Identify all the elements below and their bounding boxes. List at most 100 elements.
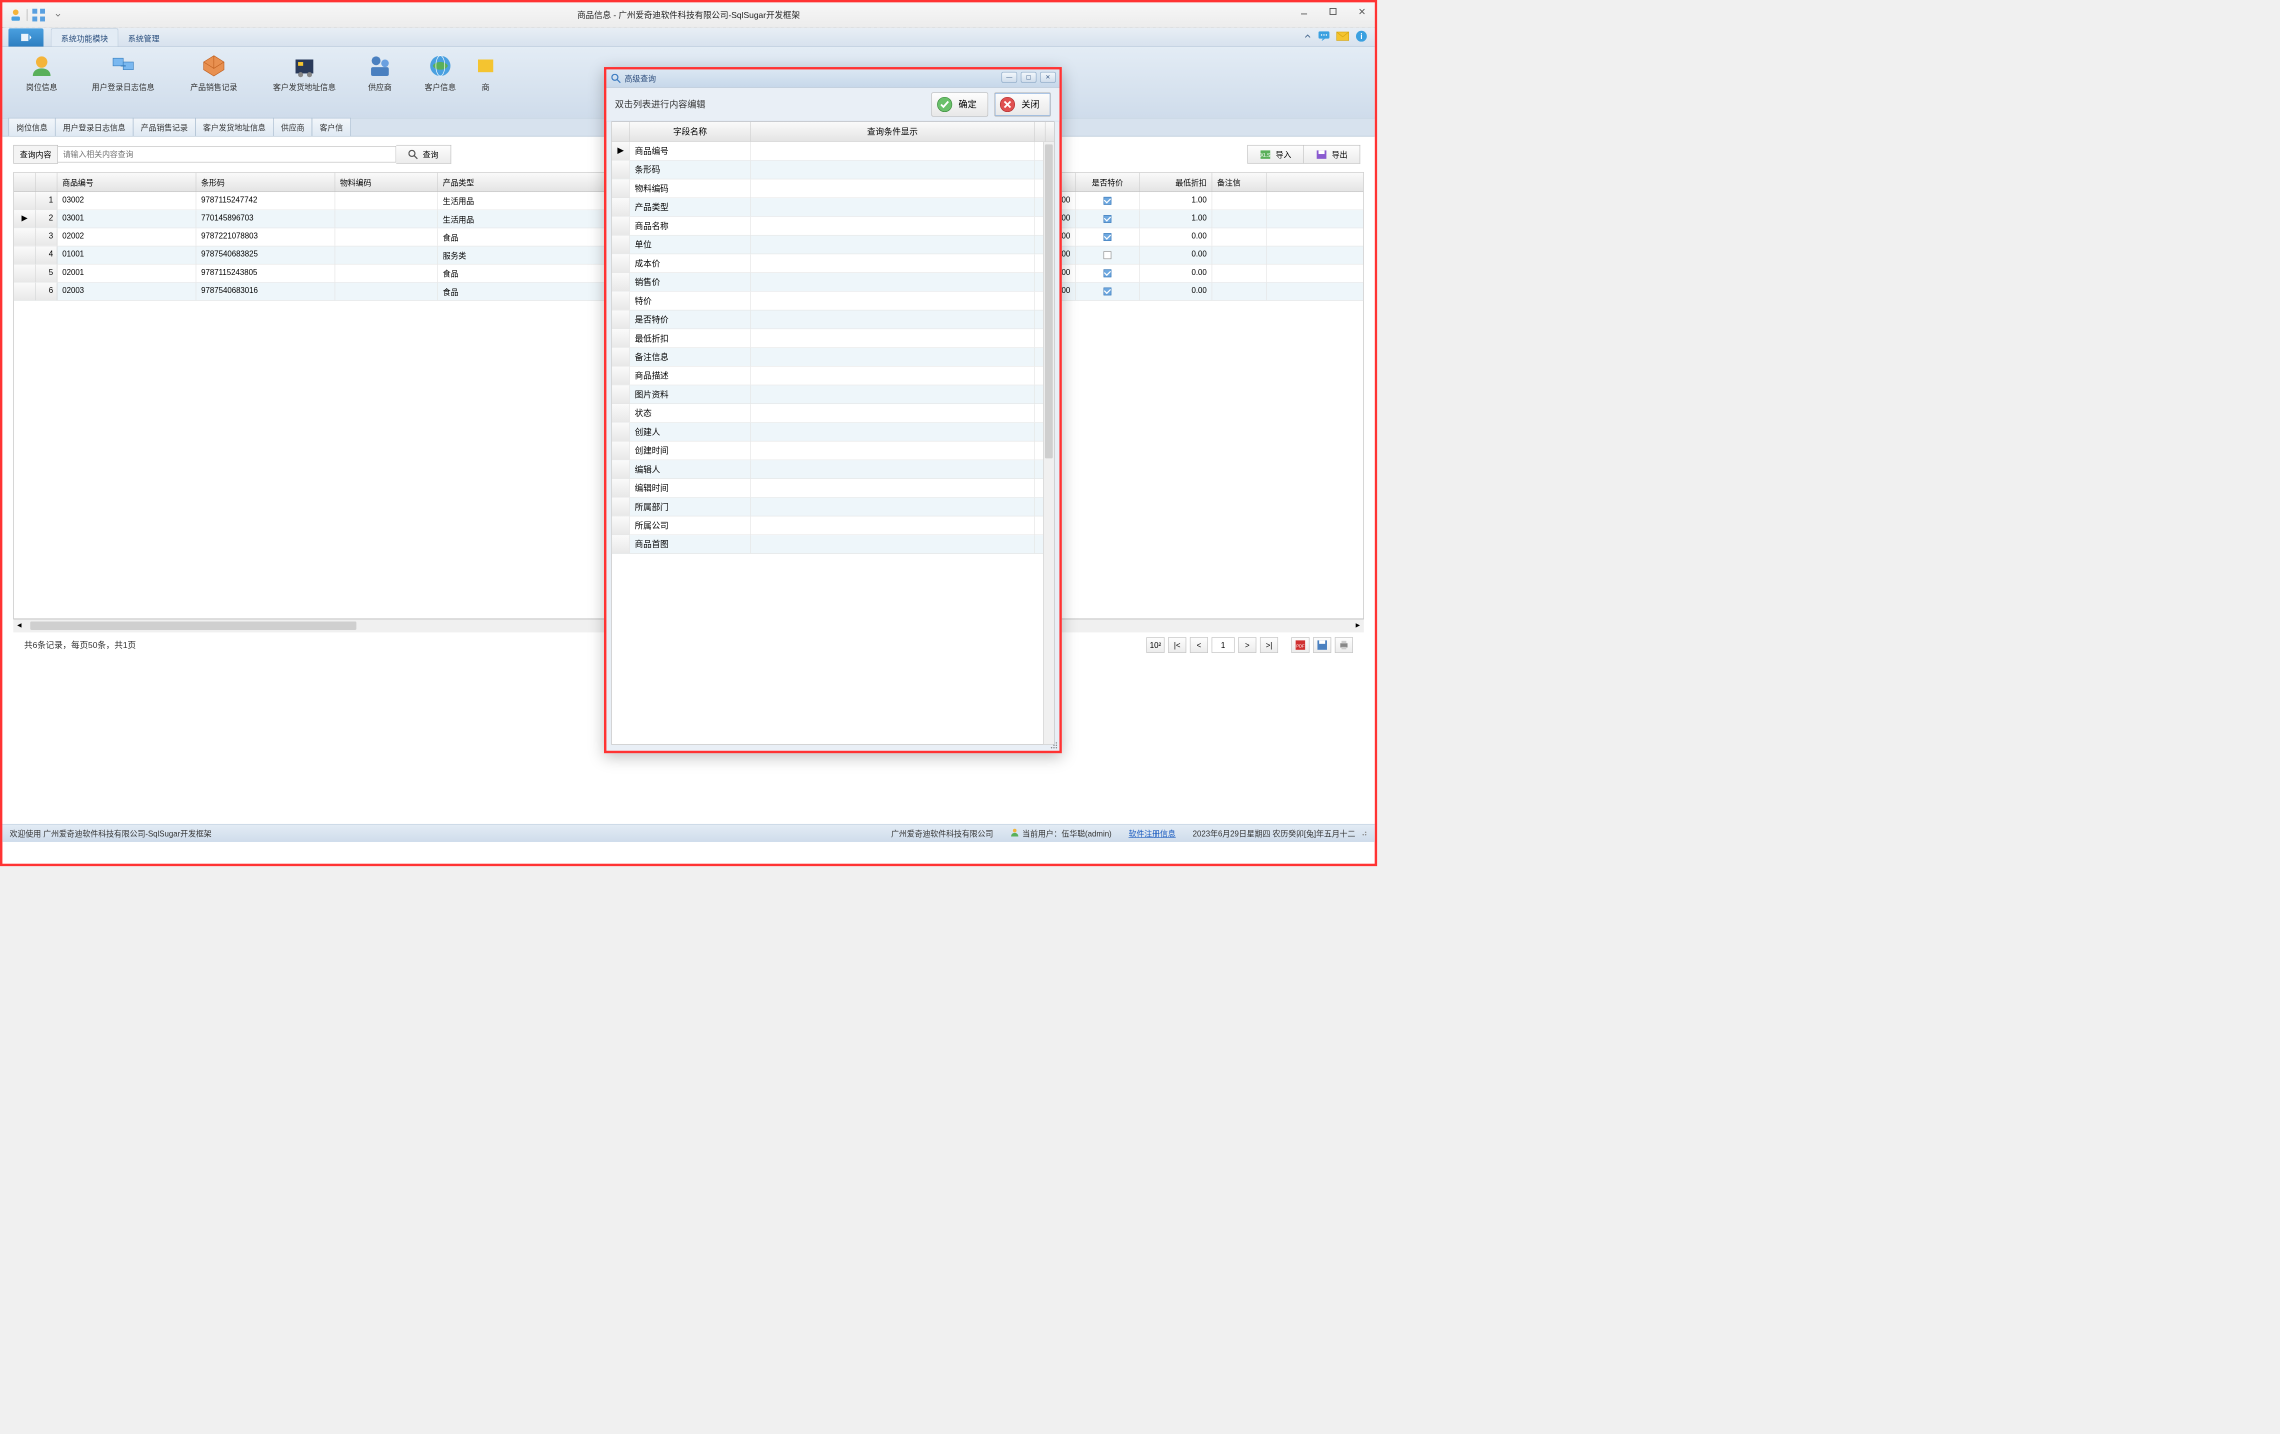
dialog-field-row[interactable]: 图片资料 [612,385,1054,404]
file-menu-button[interactable] [8,28,43,46]
import-button[interactable]: XLS 导入 [1247,145,1304,164]
search-button[interactable]: 查询 [396,145,451,164]
search-button-label: 查询 [423,149,439,160]
ribbon-item-customer[interactable]: 客户信息 [407,51,473,106]
ribbon-item-supplier[interactable]: 供应商 [353,51,407,106]
dialog-ok-button[interactable]: 确定 [931,92,988,116]
dialog-field-row[interactable]: 状态 [612,404,1054,423]
doc-tab[interactable]: 供应商 [273,118,312,136]
scroll-right-icon[interactable]: ► [1354,621,1361,629]
pager-sci-button[interactable]: 10² [1146,637,1164,653]
status-user: 当前用户：伍华聪(admin) [1022,827,1111,838]
col-header[interactable]: 最低折扣 [1140,173,1212,192]
status-welcome: 欢迎使用 广州爱奇迪软件科技有限公司-SqlSugar开发框架 [10,827,212,838]
checkbox[interactable] [1104,269,1112,277]
col-header[interactable]: 条形码 [196,173,335,192]
dialog-field-row[interactable]: 物料编码 [612,179,1054,198]
checkbox[interactable] [1104,288,1112,296]
scroll-thumb[interactable] [1045,144,1053,458]
doc-tab[interactable]: 岗位信息 [8,118,55,136]
dialog-field-row[interactable]: 成本价 [612,254,1054,273]
ribbon-chat-icon[interactable] [1318,31,1330,44]
dialog-field-row[interactable]: 编辑人 [612,460,1054,479]
ribbon-item-ship-addr[interactable]: 客户发货地址信息 [256,51,353,106]
dialog-minimize-button[interactable]: — [1001,72,1017,83]
dialog-field-row[interactable]: 销售价 [612,273,1054,292]
dialog-maximize-button[interactable]: ▢ [1021,72,1037,83]
dialog-close-button[interactable]: 关闭 [994,92,1051,116]
dialog-vertical-scrollbar[interactable] [1043,142,1054,745]
dialog-field-row[interactable]: 商品描述 [612,367,1054,386]
dialog-field-row[interactable]: 最低折扣 [612,329,1054,348]
ribbon-info-icon[interactable]: i [1355,30,1367,44]
ribbon-item-product-truncated[interactable]: 商 [474,51,498,106]
ribbon-collapse-icon[interactable] [1303,32,1311,42]
scroll-thumb[interactable] [30,622,356,630]
search-input[interactable] [58,146,396,162]
search-icon [408,149,418,159]
dialog-field-row[interactable]: 创建时间 [612,442,1054,461]
doc-tab[interactable]: 客户信 [312,118,351,136]
dialog-titlebar[interactable]: 高级查询 — ▢ ✕ [606,69,1059,87]
dialog-resize-grip[interactable] [1050,741,1058,749]
dialog-field-row[interactable]: 创建人 [612,423,1054,442]
checkbox[interactable] [1104,215,1112,223]
col-header[interactable]: 物料编码 [335,173,438,192]
col-header[interactable]: 备注信 [1212,173,1266,192]
qat-dropdown-icon[interactable] [50,6,67,23]
dialog-field-row[interactable]: 所属公司 [612,516,1054,535]
dialog-col-field[interactable]: 字段名称 [630,122,751,141]
doc-tab[interactable]: 产品销售记录 [133,118,196,136]
checkbox[interactable] [1104,197,1112,205]
dialog-field-row[interactable]: 产品类型 [612,198,1054,217]
ribbon-mail-icon[interactable] [1336,31,1349,42]
ribbon-item-post-info[interactable]: 岗位信息 [8,51,74,106]
pager-save-button[interactable] [1313,637,1331,653]
dialog-field-row[interactable]: 单位 [612,236,1054,255]
pager-last-button[interactable]: >| [1260,637,1278,653]
check-icon [937,96,953,112]
dialog-field-row[interactable]: 备注信息 [612,348,1054,367]
status-resize-grip[interactable] [1359,828,1367,838]
maximize-button[interactable] [1324,5,1342,18]
ribbon-item-sales-record[interactable]: 产品销售记录 [172,51,257,106]
dialog-field-row[interactable]: 商品首图 [612,535,1054,554]
svg-text:XLS: XLS [1260,153,1271,159]
checkbox[interactable] [1104,251,1112,259]
dialog-col-cond[interactable]: 查询条件显示 [751,122,1035,141]
dialog-close-x-button[interactable]: ✕ [1040,72,1056,83]
doc-tab[interactable]: 用户登录日志信息 [55,118,134,136]
dialog-field-row[interactable]: 编辑时间 [612,479,1054,498]
dialog-field-row[interactable]: 商品名称 [612,217,1054,236]
export-button[interactable]: 导出 [1304,145,1360,164]
col-header[interactable]: 商品编号 [57,173,196,192]
ribbon-tab-system-modules[interactable]: 系统功能模块 [51,28,119,46]
dialog-field-row[interactable]: 条形码 [612,161,1054,180]
dialog-field-row[interactable]: 特价 [612,292,1054,311]
dialog-ok-label: 确定 [959,98,977,111]
col-header[interactable]: 是否特价 [1076,173,1140,192]
scroll-left-icon[interactable]: ◄ [16,621,23,629]
close-button[interactable] [1353,5,1371,18]
checkbox[interactable] [1104,233,1112,241]
qat-layout-icon[interactable] [30,6,47,23]
pager-prev-button[interactable]: < [1190,637,1208,653]
dialog-field-row[interactable]: 所属部门 [612,498,1054,517]
pager-next-button[interactable]: > [1238,637,1256,653]
status-register-link[interactable]: 软件注册信息 [1129,827,1176,838]
dialog-close-label: 关闭 [1021,98,1039,111]
minimize-button[interactable] [1295,5,1313,18]
pager-pdf-button[interactable]: PDF [1291,637,1309,653]
user-icon [1010,827,1020,838]
qat-app-icon[interactable] [7,6,24,23]
pager-first-button[interactable]: |< [1168,637,1186,653]
ribbon-item-login-log[interactable]: 用户登录日志信息 [75,51,172,106]
pager-print-button[interactable] [1335,637,1353,653]
status-bar: 欢迎使用 广州爱奇迪软件科技有限公司-SqlSugar开发框架 广州爱奇迪软件科… [2,824,1374,842]
dialog-field-row[interactable]: 是否特价 [612,310,1054,329]
excel-import-icon: XLS [1260,149,1271,159]
doc-tab[interactable]: 客户发货地址信息 [195,118,274,136]
dialog-field-row[interactable]: ▶商品编号 [612,142,1054,161]
pager-page-input[interactable] [1212,637,1235,653]
ribbon-tab-system-manage[interactable]: 系统管理 [118,29,169,47]
